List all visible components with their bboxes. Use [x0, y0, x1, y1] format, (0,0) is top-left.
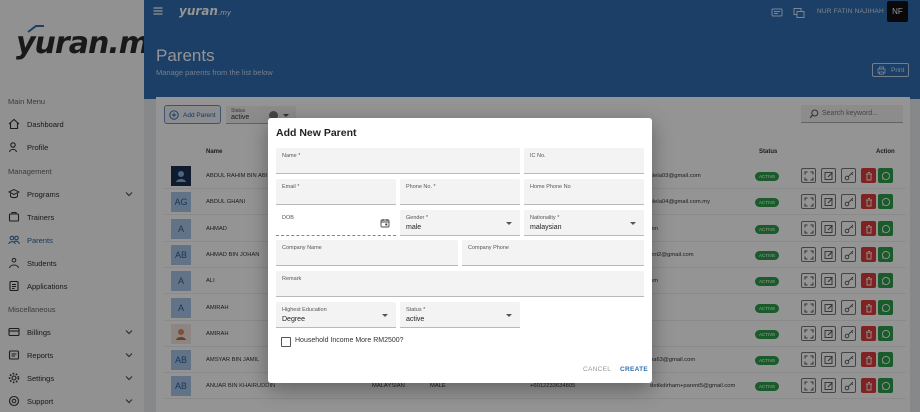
dialog-title: Add New Parent: [276, 127, 357, 139]
field-label: Nationality *: [530, 215, 560, 221]
field-label: Home Phone No: [530, 184, 571, 190]
name-field[interactable]: Name *: [276, 148, 520, 174]
home-phone-field[interactable]: Home Phone No: [524, 179, 644, 205]
field-value: malaysian: [530, 224, 562, 231]
ic-no-field[interactable]: IC No.: [524, 148, 644, 174]
field-label: IC No.: [530, 153, 546, 159]
company-name-field[interactable]: Company Name: [276, 240, 458, 266]
phone-field[interactable]: Phone No. *: [400, 179, 520, 205]
dob-field[interactable]: DOB: [276, 210, 396, 236]
create-button[interactable]: CREATE: [620, 366, 648, 373]
cancel-button[interactable]: CANCEL: [583, 366, 611, 373]
household-income-label: Household Income More RM2500?: [295, 337, 404, 344]
calendar-icon[interactable]: [380, 218, 390, 228]
field-label: Company Phone: [468, 245, 509, 251]
field-value: male: [406, 224, 422, 231]
field-label: Email *: [282, 184, 300, 190]
remark-field[interactable]: Remark: [276, 271, 644, 297]
field-label: Name *: [282, 153, 301, 159]
field-value: active: [406, 316, 425, 323]
field-label: Highest Education: [282, 307, 327, 313]
gender-select[interactable]: Gender * male: [400, 210, 520, 236]
field-value: Degree: [282, 316, 305, 323]
field-label: Company Name: [282, 245, 322, 251]
chevron-down-icon: [506, 222, 512, 225]
email-field[interactable]: Email *: [276, 179, 396, 205]
field-label: Status *: [406, 307, 426, 313]
nationality-select[interactable]: Nationality * malaysian: [524, 210, 644, 236]
field-label: Phone No. *: [406, 184, 436, 190]
field-label: DOB: [282, 215, 294, 221]
status-select[interactable]: Status * active: [400, 302, 520, 328]
highest-education-select[interactable]: Highest Education Degree: [276, 302, 396, 328]
field-label: Gender *: [406, 215, 429, 221]
household-income-checkbox[interactable]: [281, 337, 291, 347]
chevron-down-icon: [506, 314, 512, 317]
chevron-down-icon: [382, 314, 388, 317]
company-phone-field[interactable]: Company Phone: [462, 240, 644, 266]
field-label: Remark: [282, 276, 302, 282]
chevron-down-icon: [630, 222, 636, 225]
add-parent-dialog: Add New Parent Name * IC No. Email * Pho…: [268, 118, 652, 383]
